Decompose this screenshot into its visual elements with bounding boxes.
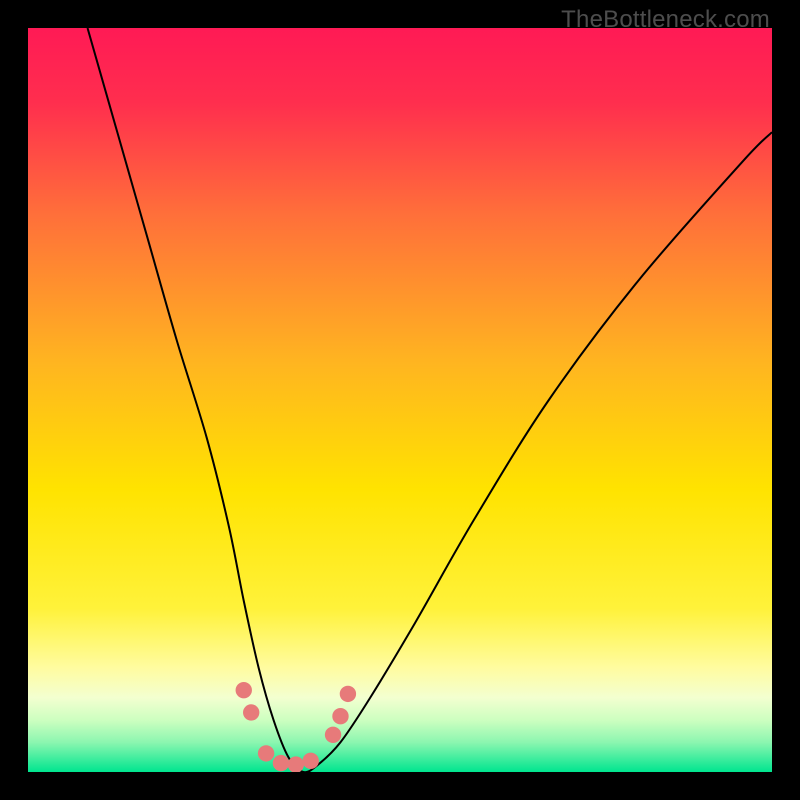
highlight-marker bbox=[303, 753, 319, 769]
plot-area bbox=[28, 28, 772, 772]
highlight-marker bbox=[258, 745, 274, 761]
highlight-marker bbox=[325, 727, 341, 743]
highlight-marker bbox=[243, 704, 259, 720]
chart-svg bbox=[28, 28, 772, 772]
watermark-text: TheBottleneck.com bbox=[561, 6, 770, 34]
highlight-marker bbox=[288, 756, 304, 772]
chart-frame: TheBottleneck.com bbox=[0, 0, 800, 800]
highlight-marker bbox=[332, 708, 348, 724]
gradient-background bbox=[28, 28, 772, 772]
highlight-marker bbox=[340, 686, 356, 702]
highlight-marker bbox=[273, 755, 289, 771]
highlight-marker bbox=[236, 682, 252, 698]
